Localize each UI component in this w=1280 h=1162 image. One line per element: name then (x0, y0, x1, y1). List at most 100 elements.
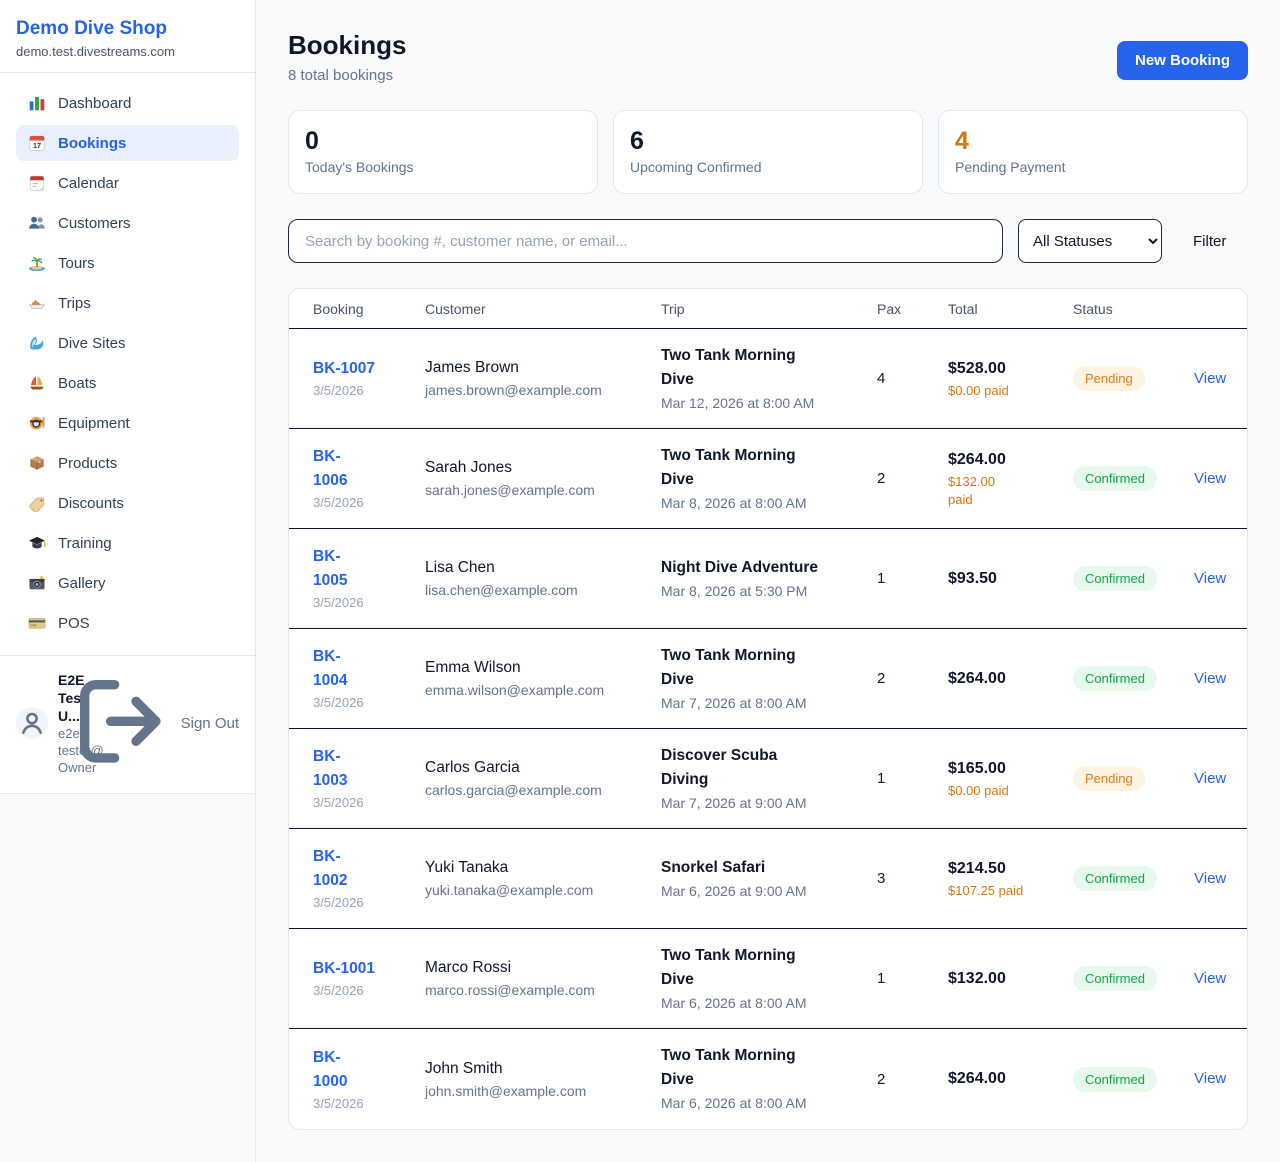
trip-name: Two Tank Morning Dive (661, 944, 877, 992)
total-amount: $165.00 (948, 758, 1073, 780)
trip-name: Two Tank Morning Dive (661, 1044, 877, 1092)
customer-cell: Carlos Garcia carlos.garcia@example.com (425, 757, 661, 800)
pax-cell: 1 (877, 970, 948, 987)
sidebar-item-products[interactable]: Products (16, 445, 239, 481)
status-select[interactable]: All Statuses (1018, 219, 1162, 263)
customer-email: james.brown@example.com (425, 380, 661, 400)
customer-name: Marco Rossi (425, 957, 661, 979)
booking-date: 3/5/2026 (313, 1095, 425, 1113)
sidebar-item-dive-sites[interactable]: Dive Sites (16, 325, 239, 361)
customer-email: carlos.garcia@example.com (425, 780, 661, 800)
view-link[interactable]: View (1194, 970, 1226, 987)
pax-cell: 1 (877, 770, 948, 787)
sidebar-item-label: Equipment (58, 415, 130, 432)
view-link[interactable]: View (1194, 470, 1226, 487)
stat-value: 0 (305, 127, 581, 155)
table-row: BK- 1003 3/5/2026 Carlos Garcia carlos.g… (289, 729, 1247, 829)
page-subtitle: 8 total bookings (288, 67, 406, 84)
status-cell: Pending (1073, 766, 1194, 791)
calendar-tear-icon (28, 174, 46, 192)
pax-cell: 1 (877, 570, 948, 587)
booking-id-link[interactable]: BK- 1005 (313, 545, 425, 593)
sidebar-item-discounts[interactable]: Discounts (16, 485, 239, 521)
total-amount: $93.50 (948, 568, 1073, 590)
sidebar-item-dashboard[interactable]: Dashboard (16, 85, 239, 121)
total-amount: $214.50 (948, 858, 1073, 880)
package-icon (28, 454, 46, 472)
total-cell: $528.00 $0.00 paid (948, 358, 1073, 400)
stat-label: Today's Bookings (305, 159, 581, 175)
brand-name: Demo Dive Shop (16, 17, 239, 41)
sidebar-item-boats[interactable]: Boats (16, 365, 239, 401)
booking-id-link[interactable]: BK-1001 (313, 957, 425, 981)
sidebar-item-customers[interactable]: Customers (16, 205, 239, 241)
booking-cell: BK- 1002 3/5/2026 (313, 845, 425, 912)
sidebar-item-calendar[interactable]: Calendar (16, 165, 239, 201)
booking-id-link[interactable]: BK- 1002 (313, 845, 425, 893)
stat-value: 6 (630, 127, 906, 155)
sidebar-item-training[interactable]: Training (16, 525, 239, 561)
trip-datetime: Mar 6, 2026 at 9:00 AM (661, 881, 877, 902)
sidebar-item-tours[interactable]: Tours (16, 245, 239, 281)
customer-cell: Marco Rossi marco.rossi@example.com (425, 957, 661, 1000)
sign-out-button[interactable]: Sign Out (68, 668, 239, 779)
view-link[interactable]: View (1194, 770, 1226, 787)
status-cell: Confirmed (1073, 466, 1194, 491)
trip-name: Two Tank Morning Dive (661, 644, 877, 692)
view-link[interactable]: View (1194, 870, 1226, 887)
logout-icon (68, 668, 175, 779)
status-cell: Confirmed (1073, 666, 1194, 691)
island-icon (28, 254, 46, 272)
sidebar-item-pos[interactable]: POS (16, 605, 239, 641)
booking-id-link[interactable]: BK-1007 (313, 357, 425, 381)
status-badge: Confirmed (1073, 1067, 1157, 1092)
sidebar-item-label: Calendar (58, 175, 119, 192)
column-header: Status (1073, 301, 1194, 317)
sidebar-item-label: Customers (58, 215, 131, 232)
view-link[interactable]: View (1194, 570, 1226, 587)
trip-datetime: Mar 12, 2026 at 8:00 AM (661, 393, 877, 414)
pax-cell: 2 (877, 670, 948, 687)
booking-cell: BK- 1003 3/5/2026 (313, 745, 425, 812)
action-cell: View (1194, 970, 1226, 988)
trip-datetime: Mar 8, 2026 at 8:00 AM (661, 493, 877, 514)
filter-button[interactable]: Filter (1193, 233, 1226, 250)
booking-id-link[interactable]: BK- 1004 (313, 645, 425, 693)
view-link[interactable]: View (1194, 1070, 1226, 1087)
customer-cell: Yuki Tanaka yuki.tanaka@example.com (425, 857, 661, 900)
column-header: Total (948, 301, 1073, 317)
sidebar-item-trips[interactable]: Trips (16, 285, 239, 321)
search-input[interactable] (288, 219, 1003, 263)
action-cell: View (1194, 570, 1226, 588)
sidebar-item-label: Tours (58, 255, 95, 272)
booking-id-link[interactable]: BK- 1006 (313, 445, 425, 493)
trip-name: Two Tank Morning Dive (661, 444, 877, 492)
total-amount: $264.00 (948, 668, 1073, 690)
sidebar-item-label: Products (58, 455, 117, 472)
table-row: BK- 1005 3/5/2026 Lisa Chen lisa.chen@ex… (289, 529, 1247, 629)
customer-cell: Sarah Jones sarah.jones@example.com (425, 457, 661, 500)
table-body: BK-1007 3/5/2026 James Brown james.brown… (289, 329, 1247, 1129)
sidebar-item-label: POS (58, 615, 90, 632)
status-badge: Confirmed (1073, 566, 1157, 591)
table-row: BK-1001 3/5/2026 Marco Rossi marco.rossi… (289, 929, 1247, 1029)
customer-name: James Brown (425, 357, 661, 379)
view-link[interactable]: View (1194, 670, 1226, 687)
booking-date: 3/5/2026 (313, 794, 425, 812)
sidebar-item-equipment[interactable]: Equipment (16, 405, 239, 441)
table-header-row: BookingCustomerTripPaxTotalStatus (289, 289, 1247, 329)
customer-email: yuki.tanaka@example.com (425, 880, 661, 900)
booking-id-link[interactable]: BK- 1000 (313, 1046, 425, 1094)
new-booking-button[interactable]: New Booking (1117, 41, 1248, 80)
page-title: Bookings (288, 30, 406, 60)
sidebar-item-gallery[interactable]: Gallery (16, 565, 239, 601)
view-link[interactable]: View (1194, 370, 1226, 387)
action-cell: View (1194, 370, 1226, 388)
sidebar-item-label: Dashboard (58, 95, 131, 112)
customer-name: Emma Wilson (425, 657, 661, 679)
sidebar-item-bookings[interactable]: 17 Bookings (16, 125, 239, 161)
status-badge: Confirmed (1073, 466, 1157, 491)
sidebar-item-label: Trips (58, 295, 91, 312)
booking-id-link[interactable]: BK- 1003 (313, 745, 425, 793)
total-cell: $264.00 (948, 668, 1073, 690)
